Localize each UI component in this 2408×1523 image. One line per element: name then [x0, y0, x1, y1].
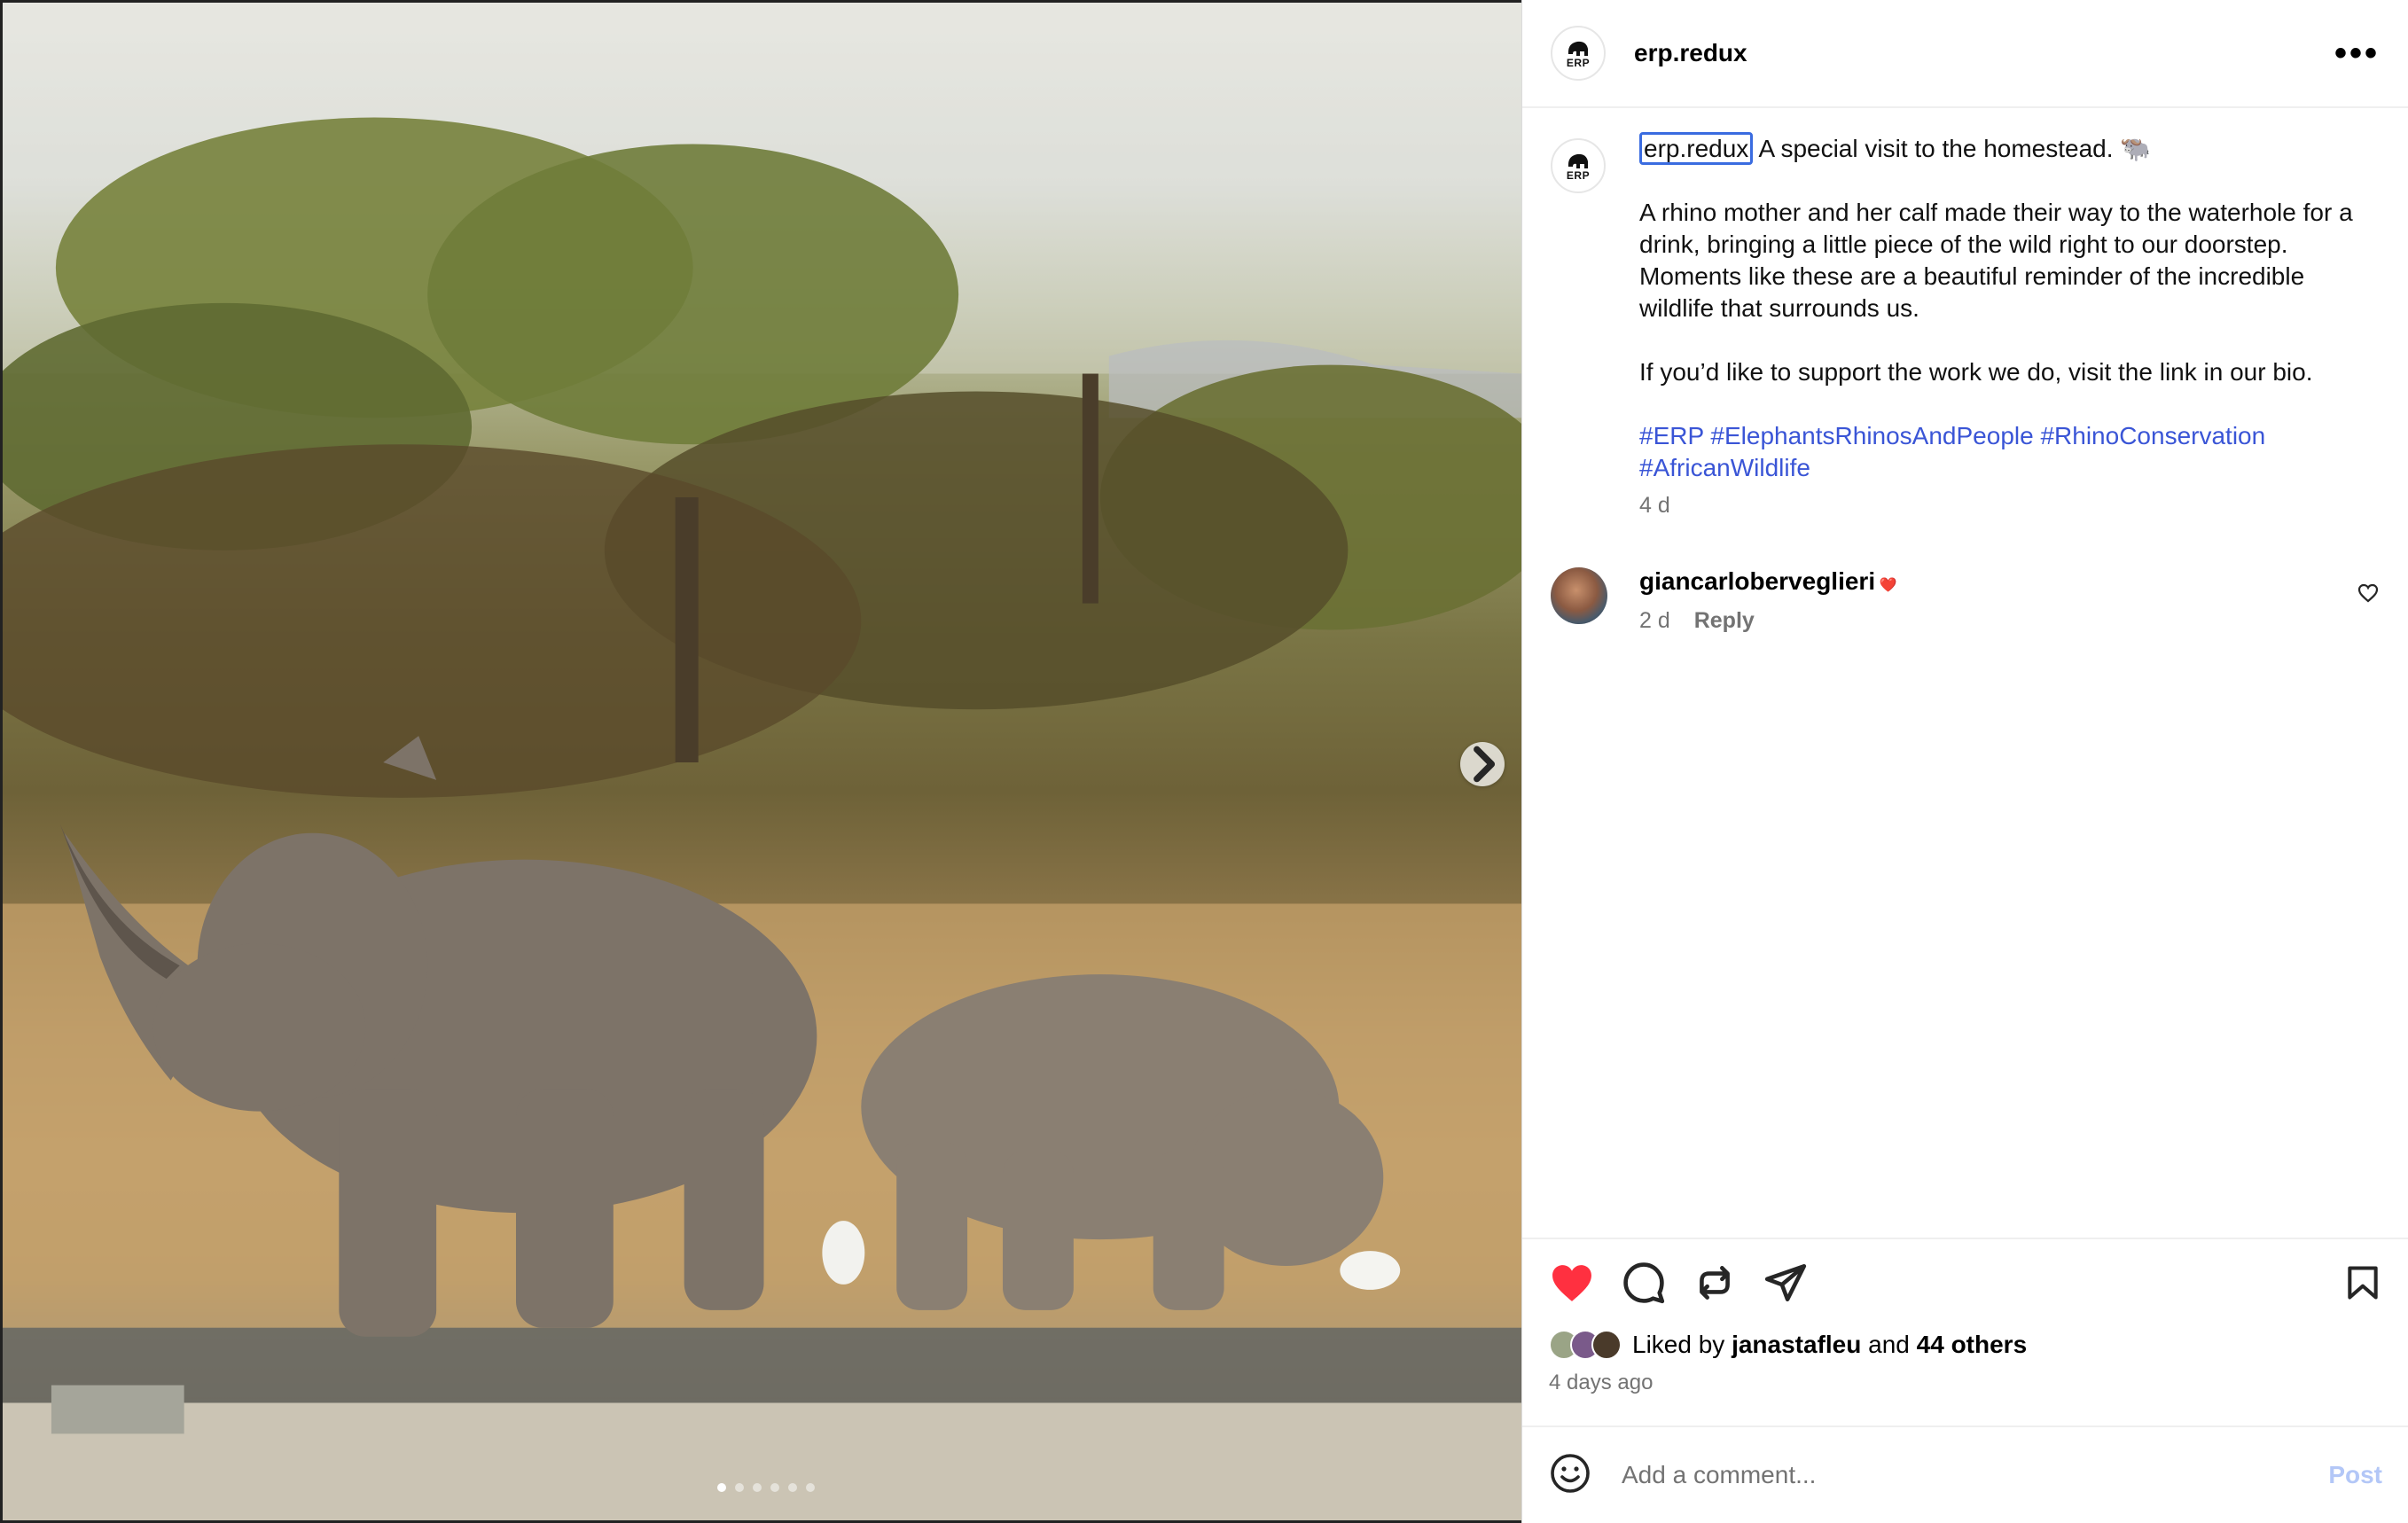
comment-text: ❤️	[1879, 578, 1897, 593]
comment-input[interactable]: Add a comment...	[1622, 1461, 2328, 1489]
liker-username[interactable]: janastafleu	[1732, 1331, 1861, 1358]
share-button[interactable]	[1763, 1261, 1808, 1309]
comment-like-button[interactable]	[2357, 583, 2379, 607]
likes-count[interactable]: 44 others	[1917, 1331, 2028, 1358]
carousel-dot	[770, 1483, 779, 1492]
emoji-button[interactable]	[1549, 1452, 1591, 1499]
caption-text: erp.redux A special visit to the homeste…	[1639, 132, 2384, 484]
elephant-logo-icon	[1568, 153, 1588, 168]
caption-paragraph: If you’d like to support the work we do,…	[1639, 358, 2313, 386]
like-button[interactable]	[1549, 1262, 1595, 1308]
next-image-button[interactable]	[1460, 742, 1505, 786]
caption: ERP erp.redux A special visit to the hom…	[1551, 132, 2384, 519]
heart-outline-icon	[2357, 583, 2379, 603]
caption-username-link[interactable]: erp.redux	[1639, 132, 1754, 165]
post-header: ERP erp.redux •••	[1522, 0, 2408, 108]
carousel-dot	[806, 1483, 815, 1492]
comment-item: giancarloberveglieri ❤️ 2 d Reply	[1551, 567, 2384, 634]
save-button[interactable]	[2343, 1262, 2382, 1308]
carousel-indicator	[717, 1483, 815, 1492]
caption-hashtags[interactable]: #ERP #ElephantsRhinosAndPeople #RhinoCon…	[1639, 420, 2384, 484]
rhino-photo	[3, 3, 1521, 1520]
likes-summary: Liked by janastafleu and 44 others	[1549, 1330, 2382, 1360]
likes-text[interactable]: Liked by janastafleu and 44 others	[1632, 1331, 2027, 1359]
emoji-icon	[1551, 1453, 1590, 1493]
repost-button[interactable]	[1693, 1261, 1737, 1309]
share-icon	[1764, 1263, 1807, 1301]
post-actions: Liked by janastafleu and 44 others 4 day…	[1522, 1238, 2408, 1424]
elephant-logo-icon	[1568, 41, 1588, 56]
more-options-button[interactable]: •••	[2334, 35, 2380, 71]
carousel-dot	[753, 1483, 762, 1492]
commenter-avatar[interactable]	[1551, 567, 1607, 624]
caption-paragraph: A rhino mother and her calf made their w…	[1639, 199, 2353, 322]
caption-first-line: A special visit to the homestead. 🐃	[1758, 135, 2152, 162]
carousel-dot	[788, 1483, 797, 1492]
chevron-right-icon	[1474, 746, 1496, 783]
add-comment-bar: Add a comment... Post	[1522, 1425, 2408, 1523]
carousel-dot-active	[717, 1483, 726, 1492]
comment-button[interactable]	[1622, 1261, 1666, 1309]
post-side-panel: ERP erp.redux ••• ERP erp.redux A specia…	[1521, 0, 2408, 1523]
caption-avatar[interactable]: ERP	[1551, 138, 1606, 193]
reply-button[interactable]: Reply	[1694, 608, 1755, 633]
liker-avatars[interactable]	[1549, 1330, 1622, 1360]
post-image[interactable]	[0, 0, 1521, 1523]
commenter-username[interactable]: giancarloberveglieri	[1639, 567, 1875, 595]
comment-icon	[1623, 1261, 1665, 1303]
avatar-logo-text: ERP	[1566, 169, 1591, 182]
post-date[interactable]: 4 days ago	[1549, 1371, 2382, 1395]
heart-icon	[1552, 1264, 1591, 1301]
post-comment-button[interactable]: Post	[2328, 1461, 2382, 1489]
carousel-dot	[735, 1483, 744, 1492]
avatar-logo-text: ERP	[1566, 57, 1591, 69]
caption-timestamp[interactable]: 4 d	[1639, 493, 2384, 519]
post-username[interactable]: erp.redux	[1634, 39, 1747, 67]
avatar[interactable]: ERP	[1551, 26, 1606, 81]
repost-icon	[1700, 1265, 1730, 1300]
bookmark-icon	[2348, 1265, 2378, 1300]
comment-timestamp[interactable]: 2 d	[1639, 608, 1670, 633]
